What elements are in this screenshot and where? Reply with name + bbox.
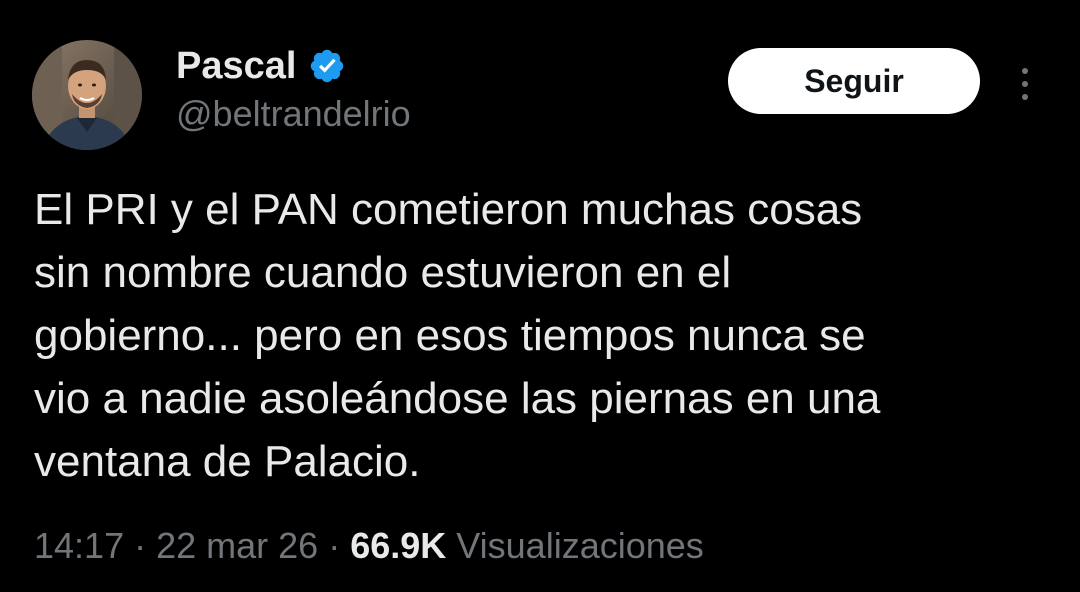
avatar-photo (32, 40, 142, 150)
meta-separator: · (328, 525, 351, 566)
verified-badge-icon (311, 49, 344, 83)
views-count: 66.9K (350, 525, 447, 566)
tweet-time[interactable]: 14:17 (34, 525, 124, 566)
views-label: Visualizaciones (446, 525, 704, 566)
avatar[interactable] (32, 40, 142, 150)
follow-button[interactable]: Seguir (728, 48, 980, 114)
tweet-card: Pascal @beltrandelrio Seguir El PRI y el… (0, 0, 1080, 592)
more-options-icon[interactable] (1008, 62, 1042, 106)
author-handle[interactable]: @beltrandelrio (176, 92, 411, 136)
more-dot (1022, 81, 1028, 87)
author-name-row[interactable]: Pascal (176, 44, 346, 88)
tweet-meta: 14:17 · 22 mar 26 · 66.9K Visualizacione… (34, 522, 704, 570)
meta-separator: · (134, 525, 157, 566)
author-display-name[interactable]: Pascal (176, 44, 296, 88)
tweet-text: El PRI y el PAN cometieron muchas cosas … (34, 185, 881, 486)
more-dot (1022, 94, 1028, 100)
tweet-date[interactable]: 22 mar 26 (156, 525, 318, 566)
more-dot (1022, 68, 1028, 74)
